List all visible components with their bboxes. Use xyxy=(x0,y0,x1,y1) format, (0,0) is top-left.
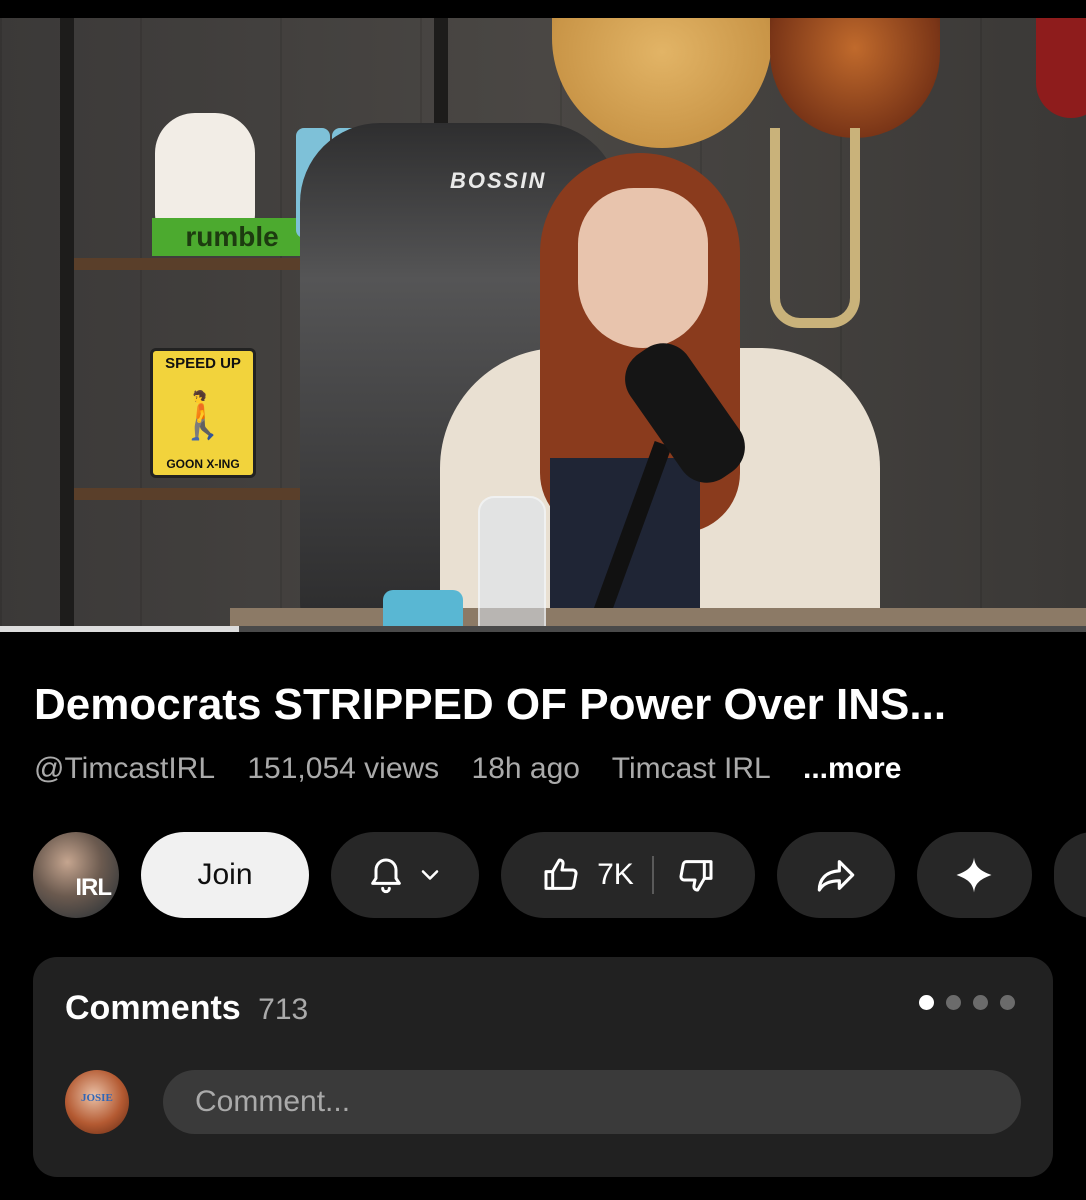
llama-plush xyxy=(155,113,255,233)
red-guitar xyxy=(1036,18,1086,118)
upload-age: 18h ago xyxy=(471,752,580,785)
user-avatar: JOSIE xyxy=(65,1070,129,1134)
video-player[interactable]: rumble SPEED UP 🚶 GOON X-ING BOSSIN xyxy=(0,18,1086,632)
video-meta[interactable]: @TimcastIRL 151,054 views 18h ago Timcas… xyxy=(34,752,901,786)
like-count[interactable]: 7K xyxy=(597,858,634,892)
more-link[interactable]: ...more xyxy=(803,752,901,785)
join-button[interactable]: Join xyxy=(141,832,310,918)
page-dot xyxy=(946,995,961,1010)
like-dislike-group: 7K xyxy=(501,832,756,918)
person-face xyxy=(578,188,708,348)
like-divider xyxy=(651,856,654,894)
overflow-action-button[interactable] xyxy=(1053,832,1086,918)
comments-page-indicator xyxy=(919,995,1015,1010)
water-bottle xyxy=(478,496,546,632)
share-icon xyxy=(814,855,858,895)
bell-icon xyxy=(366,853,406,897)
channel-avatar-text: IRL xyxy=(75,874,112,901)
video-title[interactable]: Democrats STRIPPED OF Power Over INS... xyxy=(34,680,1054,730)
channel-avatar[interactable]: IRL xyxy=(33,832,119,918)
comments-header: Comments 713 xyxy=(65,989,308,1028)
video-progress-fill xyxy=(0,626,239,632)
thumbs-down-icon[interactable] xyxy=(676,855,716,895)
comments-count: 713 xyxy=(258,993,309,1026)
subscription-bell-button[interactable] xyxy=(331,832,480,918)
video-progress-bar[interactable] xyxy=(0,626,1086,632)
comments-title: Comments xyxy=(65,989,241,1027)
ask-ai-button[interactable] xyxy=(916,832,1032,918)
view-count: 151,054 views xyxy=(247,752,440,785)
comment-input[interactable] xyxy=(163,1070,1021,1134)
page-dot xyxy=(1000,995,1015,1010)
channel-name: Timcast IRL xyxy=(611,752,771,785)
page-dot xyxy=(919,995,934,1010)
speed-up-sign: SPEED UP 🚶 GOON X-ING xyxy=(150,348,256,478)
page-dot xyxy=(973,995,988,1010)
chair-brand-text: BOSSIN xyxy=(450,168,547,193)
user-avatar-text: JOSIE xyxy=(81,1092,113,1104)
chevron-down-icon xyxy=(416,861,444,889)
channel-handle[interactable]: @TimcastIRL xyxy=(34,752,215,785)
sparkle-icon xyxy=(954,855,994,895)
action-row: IRL Join 7K xyxy=(33,832,1086,918)
share-button[interactable] xyxy=(777,832,895,918)
thumbs-up-icon[interactable] xyxy=(541,855,581,895)
guitar-strap xyxy=(770,128,860,328)
rumble-box: rumble xyxy=(152,218,312,256)
comments-card[interactable]: Comments 713 JOSIE xyxy=(33,957,1053,1177)
